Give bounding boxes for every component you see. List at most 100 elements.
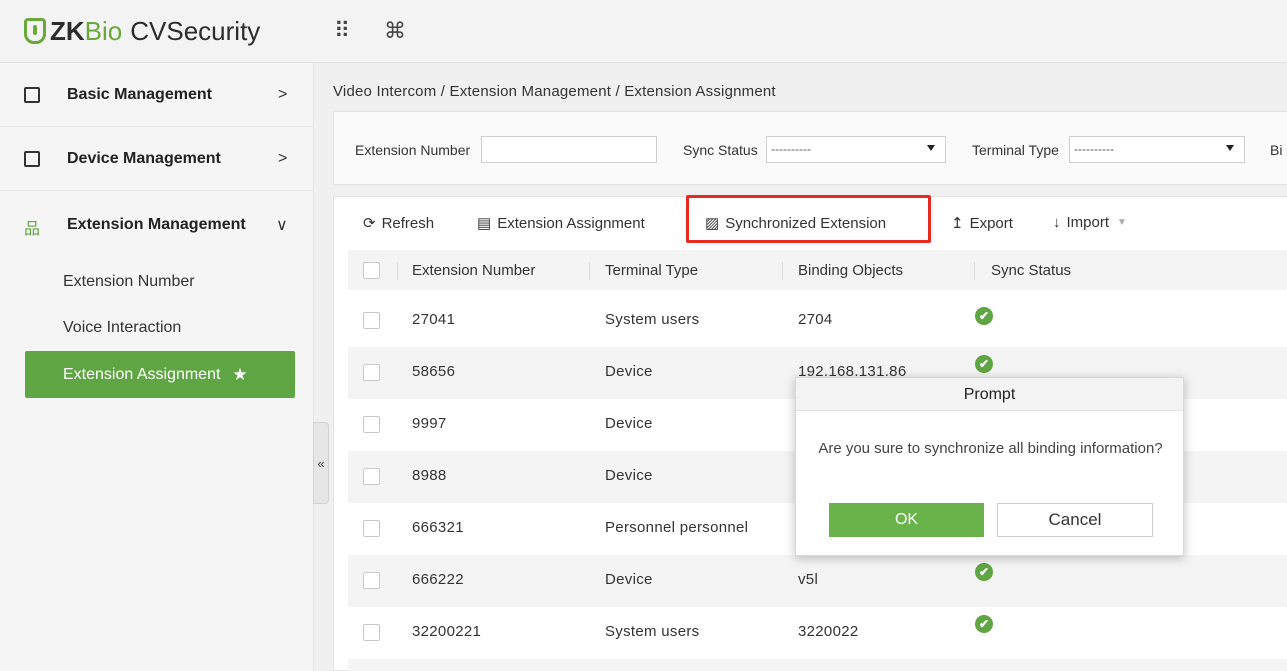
cell-extension-number: 32200221 (412, 623, 482, 640)
grid-icon (24, 86, 40, 103)
ok-button[interactable]: OK (829, 503, 984, 537)
highlight-box (686, 195, 931, 243)
terminal-type-select[interactable]: ---------- (1069, 136, 1245, 163)
row-checkbox[interactable] (363, 364, 380, 381)
cell-terminal-type: Device (605, 571, 653, 588)
logo-text-zk: ZK (50, 15, 85, 46)
import-label: Import (1066, 214, 1110, 231)
filter-bar: Extension Number Sync Status ---------- … (333, 111, 1287, 185)
extension-number-label: Extension Number (355, 142, 471, 158)
logo-text-cv: CVSecurity (130, 15, 261, 46)
row-checkbox[interactable] (363, 520, 380, 537)
cell-terminal-type: Personnel personnel (605, 519, 749, 536)
star-icon[interactable]: ★ (232, 365, 247, 385)
column-divider (589, 262, 590, 280)
check-circle-icon: ✔ (975, 355, 993, 373)
sidebar-collapse-toggle[interactable]: « (313, 422, 329, 504)
logo-text-bio: Bio (84, 15, 123, 46)
cell-extension-number: 666222 (412, 571, 464, 588)
export-label: Export (969, 214, 1013, 232)
column-header-binding-objects[interactable]: Binding Objects (798, 262, 903, 279)
assignment-icon: ▤ (477, 215, 492, 232)
sidebar-group-label: Device Management (67, 149, 221, 167)
dialog-message: Are you sure to synchronize all binding … (818, 440, 1163, 457)
cell-extension-number: 58656 (412, 363, 456, 380)
caret-down-icon: ▼ (1117, 217, 1127, 228)
sync-status-label: Sync Status (683, 142, 758, 158)
column-header-extension-number[interactable]: Extension Number (412, 262, 535, 279)
import-button[interactable]: ↓ Import ▼ (1053, 214, 1127, 231)
column-divider (397, 262, 398, 280)
sidebar-item-label: Extension Assignment (63, 365, 221, 383)
sidebar-item-extension-assignment[interactable]: Extension Assignment ★ (25, 351, 295, 398)
cell-binding-objects: 2704 (798, 311, 833, 328)
check-circle-icon: ✔ (975, 563, 993, 581)
prompt-dialog: Prompt Are you sure to synchronize all b… (795, 377, 1184, 556)
sidebar-group-basic-management[interactable]: Basic Management > (0, 63, 314, 127)
row-checkbox[interactable] (363, 312, 380, 329)
export-icon: ↥ (951, 215, 964, 232)
check-circle-icon: ✔ (975, 307, 993, 325)
dialog-title: Prompt (796, 378, 1183, 411)
extension-assignment-button[interactable]: ▤ Extension Assignment (477, 214, 645, 233)
column-divider (974, 262, 975, 280)
column-header-sync-status[interactable]: Sync Status (991, 262, 1071, 279)
sidebar-group-extension-management[interactable]: 品 Extension Management ∨ (0, 193, 314, 257)
table-row[interactable]: 32200221 System users 3220022 ✔ (348, 607, 1287, 659)
chevron-right-icon: > (278, 149, 288, 167)
cell-extension-number: 666321 (412, 519, 464, 536)
cell-terminal-type: System users (605, 623, 700, 640)
export-button[interactable]: ↥ Export (951, 214, 1013, 233)
cell-extension-number: 9997 (412, 415, 447, 432)
caret-down-icon (1226, 145, 1234, 151)
terminal-type-value: ---------- (1074, 142, 1114, 156)
refresh-label: Refresh (381, 214, 435, 232)
sidebar-item-extension-number[interactable]: Extension Number (63, 273, 195, 291)
sync-status-select[interactable]: ---------- (766, 136, 946, 163)
sidebar-group-label: Extension Management (67, 216, 246, 233)
sidebar-group-label: Basic Management (67, 85, 212, 103)
binding-filter-label: Bi (1270, 142, 1283, 158)
double-chevron-left-icon: « (317, 455, 325, 471)
app-logo[interactable]: ZK Bio CVSecurity (24, 14, 260, 48)
device-icon (24, 150, 40, 167)
chevron-down-icon: ∨ (276, 217, 288, 234)
select-all-checkbox[interactable] (363, 262, 380, 279)
terminal-type-label: Terminal Type (972, 142, 1059, 158)
cell-terminal-type: Device (605, 363, 653, 380)
column-divider (782, 262, 783, 280)
column-header-terminal-type[interactable]: Terminal Type (605, 262, 698, 279)
cell-extension-number: 27041 (412, 311, 456, 328)
command-icon[interactable]: ⌘ (384, 18, 406, 44)
chevron-right-icon: > (278, 85, 288, 103)
cell-terminal-type: System users (605, 311, 700, 328)
network-icon: 品 (24, 221, 41, 238)
breadcrumb: Video Intercom / Extension Management / … (333, 83, 776, 100)
cell-terminal-type: Device (605, 467, 653, 484)
extension-number-input[interactable] (481, 136, 657, 163)
row-checkbox[interactable] (363, 468, 380, 485)
cell-terminal-type: Device (605, 415, 653, 432)
extension-assignment-label: Extension Assignment (497, 214, 645, 232)
cell-extension-number: 8988 (412, 467, 447, 484)
refresh-button[interactable]: ⟳ Refresh (363, 214, 435, 233)
refresh-icon: ⟳ (363, 215, 376, 232)
table-row[interactable]: 666222 Device v5l ✔ (348, 555, 1287, 607)
caret-down-icon (927, 145, 935, 151)
row-checkbox[interactable] (363, 572, 380, 589)
top-bar: ZK Bio CVSecurity ⠿ ⌘ (0, 0, 1287, 63)
sidebar-item-voice-interaction[interactable]: Voice Interaction (63, 319, 181, 337)
sync-status-value: ---------- (771, 142, 811, 156)
cell-binding-objects: 3220022 (798, 623, 859, 640)
table-row[interactable]: 27041 System users 2704 ✔ (348, 295, 1287, 347)
row-checkbox[interactable] (363, 416, 380, 433)
table-row[interactable] (348, 659, 1287, 671)
cell-binding-objects: v5l (798, 571, 819, 588)
row-checkbox[interactable] (363, 624, 380, 641)
apps-grid-icon[interactable]: ⠿ (334, 18, 350, 44)
check-circle-icon: ✔ (975, 615, 993, 633)
sidebar-group-device-management[interactable]: Device Management > (0, 127, 314, 191)
cancel-button[interactable]: Cancel (997, 503, 1153, 537)
shield-logo-icon (24, 18, 46, 44)
import-icon: ↓ (1053, 214, 1061, 231)
